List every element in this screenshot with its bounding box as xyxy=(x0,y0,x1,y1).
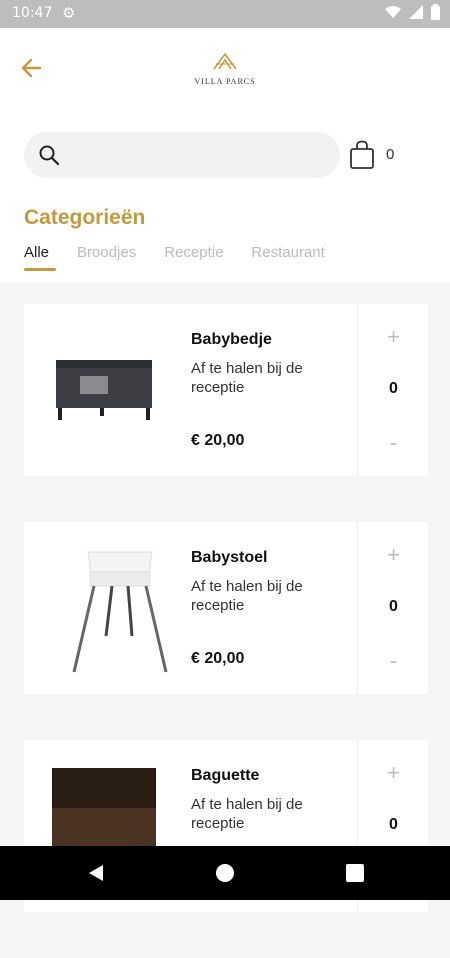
increase-button[interactable]: + xyxy=(358,542,429,568)
arrow-left-icon[interactable] xyxy=(18,54,46,82)
navigation-bar xyxy=(0,846,450,900)
product-description: Af te halen bij de receptie xyxy=(191,796,303,832)
cart-count: 0 xyxy=(386,146,395,163)
product-price: € 20,00 xyxy=(191,650,245,667)
settings-icon: ⚙ xyxy=(62,4,76,22)
brand-logo: VILLA PARCS xyxy=(185,52,265,92)
logo-text: VILLA PARCS xyxy=(194,77,256,86)
quantity-stepper: + 0 - xyxy=(357,304,429,476)
decrease-button[interactable]: - xyxy=(358,430,429,456)
product-card: Babybedje Af te halen bij de receptie € … xyxy=(24,304,428,476)
increase-button[interactable]: + xyxy=(358,760,429,786)
shopping-bag-icon[interactable] xyxy=(348,140,376,170)
category-tabs: Alle Broodjes Receptie Restaurant xyxy=(24,244,353,271)
quantity-value: 0 xyxy=(389,380,398,397)
status-time: 10:47 xyxy=(12,5,53,21)
battery-icon xyxy=(431,4,440,20)
tab-receptie[interactable]: Receptie xyxy=(164,244,223,271)
tab-broodjes[interactable]: Broodjes xyxy=(77,244,136,271)
product-name: Baguette xyxy=(191,767,260,784)
product-price: € 20,00 xyxy=(191,432,245,449)
recents-nav-icon[interactable] xyxy=(345,863,365,883)
back-nav-icon[interactable] xyxy=(86,863,106,883)
search-input[interactable] xyxy=(24,132,340,178)
quantity-stepper: + 0 - xyxy=(357,522,429,694)
signal-icon xyxy=(409,5,423,19)
logo-mark-icon xyxy=(213,52,237,70)
product-image-babybedje xyxy=(56,360,152,420)
app-header: VILLA PARCS 0 Categorieën Alle Broodjes … xyxy=(0,28,450,282)
tab-restaurant[interactable]: Restaurant xyxy=(251,244,324,271)
increase-button[interactable]: + xyxy=(358,324,429,350)
product-description: Af te halen bij de receptie xyxy=(191,360,303,396)
product-name: Babystoel xyxy=(191,549,268,566)
decrease-button[interactable]: - xyxy=(358,648,429,674)
quantity-value: 0 xyxy=(389,598,398,615)
product-card: Babystoel Af te halen bij de receptie € … xyxy=(24,522,428,694)
home-nav-icon[interactable] xyxy=(215,863,235,883)
product-description: Af te halen bij de receptie xyxy=(191,578,303,614)
quantity-value: 0 xyxy=(389,816,398,833)
tab-alle[interactable]: Alle xyxy=(24,244,57,271)
search-icon xyxy=(39,145,60,166)
product-name: Babybedje xyxy=(191,331,272,348)
wifi-icon xyxy=(385,6,401,18)
product-image-babystoel xyxy=(72,551,168,673)
categories-title: Categorieën xyxy=(24,206,146,229)
status-bar: 10:47 ⚙ xyxy=(0,0,450,28)
